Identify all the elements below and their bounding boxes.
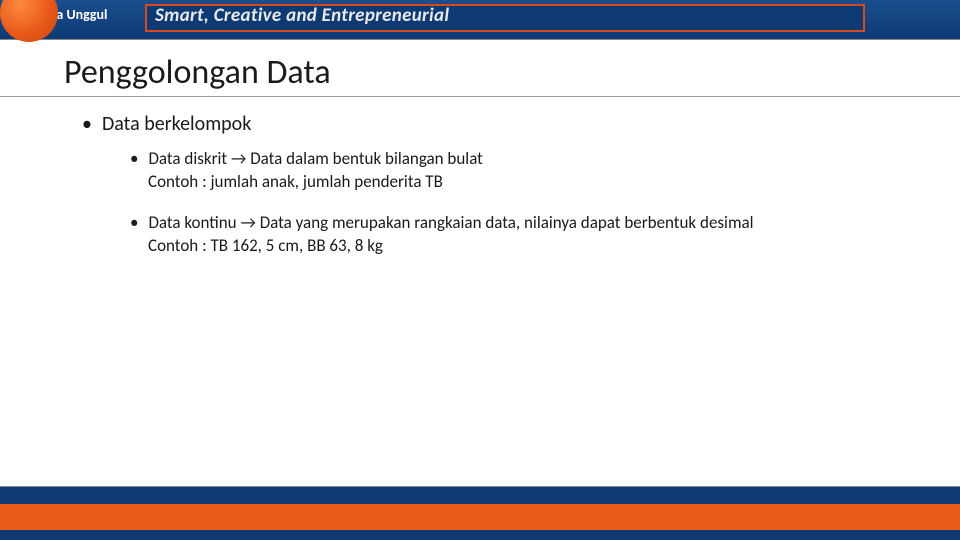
title-underline bbox=[0, 96, 960, 97]
bullet-level2-cont: Contoh : TB 162, 5 cm, BB 63, 8 kg bbox=[148, 235, 920, 258]
header-bar: Esa Unggul Smart, Creative and Entrepren… bbox=[0, 0, 960, 40]
footer bbox=[0, 484, 960, 540]
logo-emblem-icon bbox=[0, 0, 58, 42]
footer-stripe-blue-top bbox=[0, 486, 960, 506]
footer-stripe-orange bbox=[0, 504, 960, 532]
slide-title: Penggolongan Data bbox=[64, 52, 331, 93]
footer-stripe-blue-bottom bbox=[0, 530, 960, 540]
bullet-level1: Data berkelompok bbox=[100, 112, 920, 136]
slide-content: Data berkelompok Data diskrit → Data dal… bbox=[100, 112, 920, 258]
bullet-level2: Data kontinu → Data yang merupakan rangk… bbox=[148, 212, 920, 235]
bullet-level2-cont: Contoh : jumlah anak, jumlah penderita T… bbox=[148, 171, 920, 194]
bullet-level2: Data diskrit → Data dalam bentuk bilanga… bbox=[148, 148, 920, 171]
header-tagline: Smart, Creative and Entrepreneurial bbox=[155, 4, 449, 27]
